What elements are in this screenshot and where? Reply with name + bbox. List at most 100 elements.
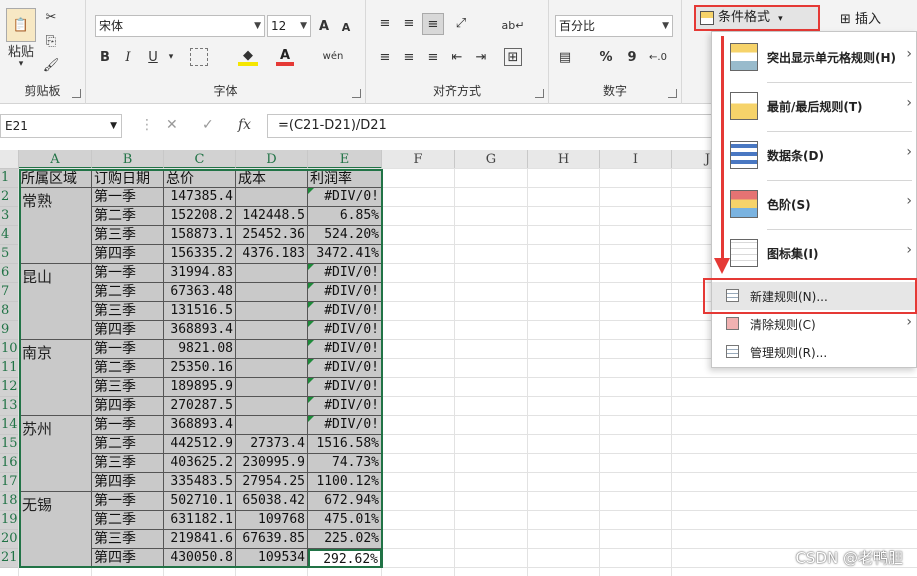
total-cell[interactable]: 403625.2 bbox=[164, 454, 236, 473]
total-cell[interactable]: 131516.5 bbox=[164, 302, 236, 321]
quarter-cell[interactable]: 第四季 bbox=[92, 321, 164, 340]
menu-item-color-scales[interactable]: 色阶(S) › bbox=[712, 181, 917, 229]
total-cell[interactable]: 430050.8 bbox=[164, 549, 236, 568]
confirm-icon[interactable]: ✓ bbox=[202, 117, 214, 133]
profit-cell[interactable]: #DIV/0! bbox=[308, 283, 382, 302]
quarter-cell[interactable]: 第四季 bbox=[92, 549, 164, 568]
profit-cell[interactable]: 3472.41% bbox=[308, 245, 382, 264]
menu-item-top-bottom-rules[interactable]: 最前/最后规则(T) › bbox=[712, 83, 917, 131]
total-cell[interactable]: 152208.2 bbox=[164, 207, 236, 226]
cost-cell[interactable]: 109768 bbox=[236, 511, 308, 530]
quarter-cell[interactable]: 第四季 bbox=[92, 397, 164, 416]
cost-cell[interactable]: 65038.42 bbox=[236, 492, 308, 511]
column-header[interactable]: G bbox=[455, 150, 528, 169]
profit-cell[interactable]: 225.02% bbox=[308, 530, 382, 549]
cost-cell[interactable]: 142448.5 bbox=[236, 207, 308, 226]
total-cell[interactable]: 368893.4 bbox=[164, 321, 236, 340]
chevron-down-icon[interactable]: ▾ bbox=[166, 48, 176, 66]
total-cell[interactable]: 189895.9 bbox=[164, 378, 236, 397]
merge-center-icon[interactable]: ⊞ bbox=[504, 48, 522, 66]
profit-cell[interactable]: #DIV/0! bbox=[308, 302, 382, 321]
profit-cell[interactable]: 1100.12% bbox=[308, 473, 382, 492]
wrap-text-icon[interactable]: ab↵ bbox=[502, 14, 525, 36]
row-header[interactable]: 6 bbox=[0, 264, 19, 283]
bold-button[interactable]: B bbox=[96, 48, 114, 66]
quarter-cell[interactable]: 第一季 bbox=[92, 188, 164, 207]
cost-cell[interactable] bbox=[236, 340, 308, 359]
cost-cell[interactable]: 109534 bbox=[236, 549, 308, 568]
conditional-format-button[interactable]: 条件格式 ▾ bbox=[694, 5, 820, 31]
quarter-cell[interactable]: 第三季 bbox=[92, 302, 164, 321]
quarter-cell[interactable]: 第三季 bbox=[92, 378, 164, 397]
border-icon[interactable] bbox=[190, 48, 208, 66]
total-cell[interactable]: 219841.6 bbox=[164, 530, 236, 549]
underline-button[interactable]: U bbox=[144, 48, 162, 66]
row-header[interactable]: 9 bbox=[0, 321, 19, 340]
total-cell[interactable]: 270287.5 bbox=[164, 397, 236, 416]
clipboard-launcher-icon[interactable] bbox=[72, 89, 81, 98]
row-header[interactable]: 2 bbox=[0, 188, 19, 207]
column-header[interactable]: H bbox=[528, 150, 600, 169]
total-cell[interactable]: 9821.08 bbox=[164, 340, 236, 359]
quarter-cell[interactable]: 第四季 bbox=[92, 473, 164, 492]
cost-cell[interactable] bbox=[236, 378, 308, 397]
quarter-cell[interactable]: 第二季 bbox=[92, 359, 164, 378]
column-header[interactable]: A bbox=[19, 150, 92, 169]
cost-cell[interactable]: 67639.85 bbox=[236, 530, 308, 549]
comma-button[interactable]: 9 bbox=[623, 48, 641, 66]
format-painter-icon[interactable]: 🖌 bbox=[42, 56, 60, 74]
column-header[interactable]: I bbox=[600, 150, 672, 169]
region-cell[interactable]: 常熟 bbox=[19, 188, 92, 264]
row-header[interactable]: 16 bbox=[0, 454, 19, 473]
copy-icon[interactable]: ⎘ bbox=[42, 32, 60, 50]
font-launcher-icon[interactable] bbox=[352, 89, 361, 98]
profit-cell[interactable]: #DIV/0! bbox=[308, 321, 382, 340]
total-cell[interactable]: 502710.1 bbox=[164, 492, 236, 511]
profit-cell[interactable]: #DIV/0! bbox=[308, 359, 382, 378]
row-header[interactable]: 21 bbox=[0, 549, 19, 568]
region-cell[interactable]: 无锡 bbox=[19, 492, 92, 568]
total-cell[interactable]: 631182.1 bbox=[164, 511, 236, 530]
column-header[interactable]: C bbox=[164, 150, 236, 169]
phonetic-icon[interactable]: wén bbox=[318, 46, 348, 66]
quarter-cell[interactable]: 第四季 bbox=[92, 245, 164, 264]
number-format-combo[interactable]: 百分比 ▼ bbox=[555, 15, 673, 37]
profit-cell[interactable]: 74.73% bbox=[308, 454, 382, 473]
quarter-cell[interactable]: 第一季 bbox=[92, 264, 164, 283]
increase-decimal-icon[interactable]: ←.0 bbox=[645, 48, 671, 66]
paste-button-label[interactable]: 粘贴 bbox=[4, 42, 38, 60]
total-cell[interactable]: 442512.9 bbox=[164, 435, 236, 454]
row-header[interactable]: 17 bbox=[0, 473, 19, 492]
grow-font-icon[interactable]: A bbox=[315, 17, 333, 35]
profit-cell[interactable]: #DIV/0! bbox=[308, 264, 382, 283]
menu-item-data-bars[interactable]: 数据条(D) › bbox=[712, 132, 917, 180]
cost-cell[interactable]: 230995.9 bbox=[236, 454, 308, 473]
row-header[interactable]: 19 bbox=[0, 511, 19, 530]
insert-button[interactable]: ⊞ 插入 bbox=[840, 8, 881, 27]
menu-item-new-rule[interactable]: 新建规则(N)... bbox=[712, 282, 917, 310]
row-header[interactable]: 18 bbox=[0, 492, 19, 511]
increase-indent-icon[interactable]: ⇥ bbox=[472, 48, 490, 66]
row-header[interactable]: 1 bbox=[0, 169, 19, 188]
quarter-cell[interactable]: 第三季 bbox=[92, 530, 164, 549]
percent-button[interactable]: % bbox=[597, 48, 615, 66]
header-cell[interactable]: 总价 bbox=[164, 169, 236, 188]
total-cell[interactable]: 67363.48 bbox=[164, 283, 236, 302]
insert-function-icon[interactable]: fx bbox=[238, 117, 251, 133]
menu-item-clear-rules[interactable]: 清除规则(C) › bbox=[712, 310, 917, 338]
fill-color-icon[interactable]: ◆ bbox=[238, 48, 258, 66]
italic-button[interactable]: I bbox=[119, 48, 137, 66]
quarter-cell[interactable]: 第二季 bbox=[92, 435, 164, 454]
cost-cell[interactable] bbox=[236, 397, 308, 416]
menu-item-icon-sets[interactable]: 图标集(I) › bbox=[712, 230, 917, 278]
quarter-cell[interactable]: 第二季 bbox=[92, 207, 164, 226]
profit-cell[interactable]: #DIV/0! bbox=[308, 188, 382, 207]
align-top-icon[interactable]: ≡ bbox=[376, 14, 394, 32]
cost-cell[interactable]: 4376.183 bbox=[236, 245, 308, 264]
font-size-combo[interactable]: 12 ▼ bbox=[267, 15, 311, 37]
row-header[interactable]: 10 bbox=[0, 340, 19, 359]
total-cell[interactable]: 156335.2 bbox=[164, 245, 236, 264]
column-header[interactable]: B bbox=[92, 150, 164, 169]
total-cell[interactable]: 335483.5 bbox=[164, 473, 236, 492]
row-header[interactable]: 12 bbox=[0, 378, 19, 397]
